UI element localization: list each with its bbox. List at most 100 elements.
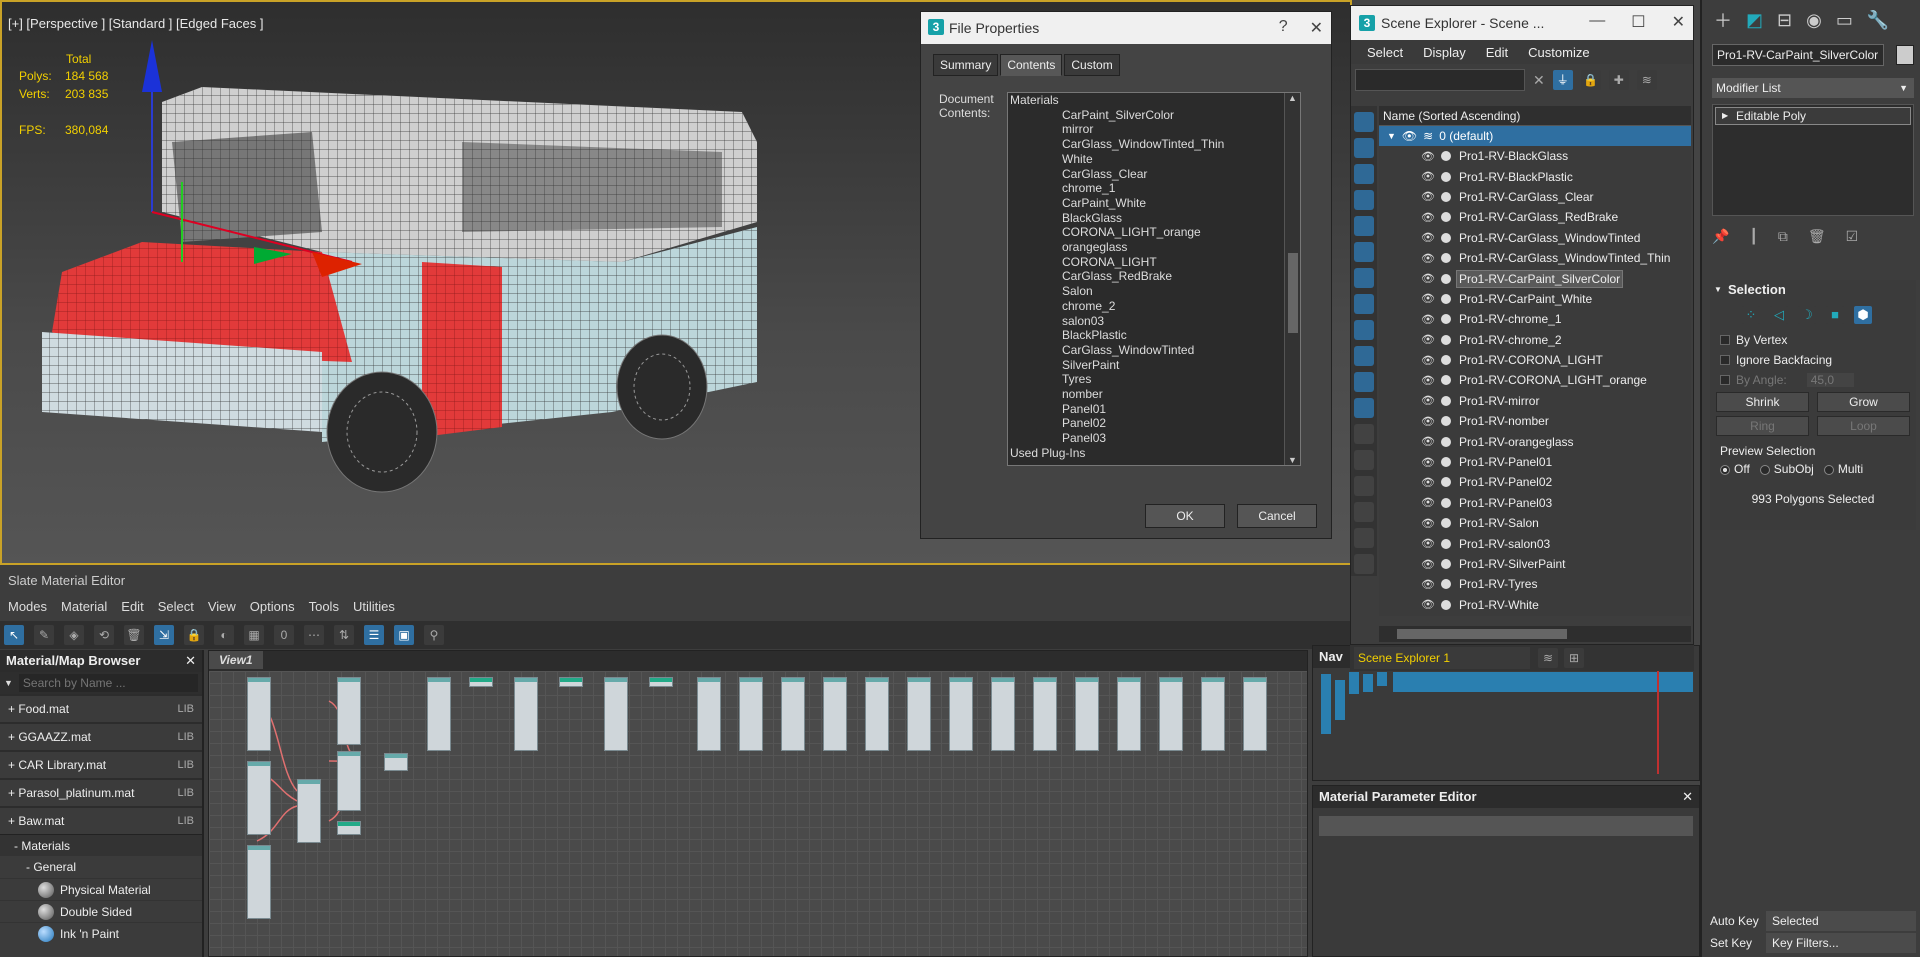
- eye-icon[interactable]: 👁: [1421, 476, 1435, 489]
- layer-row-default[interactable]: ▼ 👁 ≋ 0 (default): [1379, 126, 1691, 146]
- ring-button[interactable]: Ring: [1716, 416, 1809, 436]
- freeze-toggle-icon[interactable]: [1441, 538, 1451, 549]
- scroll-thumb[interactable]: [1397, 629, 1567, 639]
- horizontal-scrollbar[interactable]: [1379, 626, 1691, 642]
- minimize-icon[interactable]: —: [1589, 12, 1605, 32]
- material-node[interactable]: [604, 677, 628, 751]
- display-geometry-icon[interactable]: [1354, 112, 1374, 132]
- filter-icon[interactable]: ⏚: [1552, 70, 1573, 90]
- material-node[interactable]: [949, 677, 973, 751]
- material-node[interactable]: [337, 751, 361, 811]
- tab-custom[interactable]: Custom: [1064, 54, 1120, 76]
- clear-search-icon[interactable]: ✕: [1533, 72, 1545, 89]
- freeze-toggle-icon[interactable]: [1441, 151, 1451, 162]
- eye-icon[interactable]: 👁: [1421, 374, 1435, 387]
- eye-icon[interactable]: 👁: [1421, 415, 1435, 428]
- layout-children-icon[interactable]: ⇅: [334, 625, 354, 645]
- add-layer-icon[interactable]: ✚: [1608, 70, 1629, 90]
- eye-icon[interactable]: 👁: [1421, 313, 1435, 326]
- lock-icon[interactable]: 🔒: [184, 625, 204, 645]
- chevron-down-icon[interactable]: ▼: [1387, 131, 1396, 141]
- scene-search-input[interactable]: [1355, 69, 1525, 91]
- contents-section-header[interactable]: Used Plug-Ins: [1008, 446, 1300, 461]
- eye-icon[interactable]: 👁: [1421, 150, 1435, 163]
- object-color-swatch[interactable]: [1896, 45, 1914, 65]
- object-row[interactable]: 👁 Pro1-RV-CORONA_LIGHT: [1379, 350, 1691, 370]
- scroll-thumb[interactable]: [1288, 253, 1298, 333]
- contents-material-item[interactable]: CarGlass_RedBrake: [1008, 269, 1300, 284]
- freeze-toggle-icon[interactable]: [1441, 477, 1451, 488]
- eye-icon[interactable]: 👁: [1421, 231, 1435, 244]
- filter-options-icon[interactable]: [1354, 502, 1374, 522]
- material-browser-toggle-icon[interactable]: ☰: [364, 625, 384, 645]
- freeze-toggle-icon[interactable]: [1441, 334, 1451, 345]
- display-lights-icon[interactable]: [1354, 164, 1374, 184]
- category-general[interactable]: - General: [0, 856, 202, 878]
- object-row[interactable]: 👁 Pro1-RV-mirror: [1379, 391, 1691, 411]
- menu-edit[interactable]: Edit: [121, 599, 143, 614]
- material-node[interactable]: [514, 677, 538, 751]
- menu-select[interactable]: Select: [158, 599, 194, 614]
- motion-tab-icon[interactable]: ◉: [1806, 10, 1822, 31]
- contents-material-item[interactable]: White: [1008, 152, 1300, 167]
- eye-icon[interactable]: 👁: [1421, 170, 1435, 183]
- ignore-backfacing-checkbox[interactable]: Ignore Backfacing: [1710, 350, 1916, 370]
- menu-options[interactable]: Options: [250, 599, 295, 614]
- display-frozen-icon[interactable]: [1354, 372, 1374, 392]
- contents-material-item[interactable]: nomber: [1008, 387, 1300, 402]
- remove-modifier-icon[interactable]: 🗑: [1808, 228, 1826, 245]
- radio-subobj[interactable]: SubObj: [1759, 462, 1814, 476]
- chevron-down-icon[interactable]: ▼: [4, 678, 13, 688]
- eye-icon[interactable]: 👁: [1421, 496, 1435, 509]
- material-node[interactable]: [247, 677, 271, 751]
- eye-icon[interactable]: 👁: [1421, 578, 1435, 591]
- category-materials[interactable]: - Materials: [0, 834, 202, 856]
- eye-icon[interactable]: 👁: [1421, 456, 1435, 469]
- freeze-toggle-icon[interactable]: [1441, 273, 1451, 284]
- display-cameras-icon[interactable]: [1354, 190, 1374, 210]
- library-row-car[interactable]: + CAR Library.mat LIB: [0, 750, 202, 778]
- make-unique-icon[interactable]: ⧉: [1778, 228, 1788, 245]
- freeze-toggle-icon[interactable]: [1441, 293, 1451, 304]
- vertex-icon[interactable]: ⁘: [1742, 306, 1760, 324]
- close-icon[interactable]: ✕: [1310, 18, 1323, 38]
- grow-button[interactable]: Grow: [1817, 392, 1910, 412]
- library-row-baw[interactable]: + Baw.mat LIB: [0, 806, 202, 834]
- material-node[interactable]: [384, 753, 408, 771]
- freeze-toggle-icon[interactable]: [1441, 559, 1451, 569]
- radio-off[interactable]: Off: [1720, 462, 1750, 476]
- object-row[interactable]: 👁 Pro1-RV-nomber: [1379, 411, 1691, 431]
- assign-material-icon[interactable]: ◈: [64, 625, 84, 645]
- funnel-icon[interactable]: [1354, 528, 1374, 548]
- close-icon[interactable]: ✕: [185, 650, 196, 672]
- material-id-icon[interactable]: 0: [274, 625, 294, 645]
- material-node[interactable]: [991, 677, 1015, 751]
- contents-material-item[interactable]: CarPaint_White: [1008, 196, 1300, 211]
- tab-summary[interactable]: Summary: [933, 54, 999, 76]
- contents-material-item[interactable]: Panel01: [1008, 402, 1300, 417]
- object-row[interactable]: 👁 Pro1-RV-salon03: [1379, 533, 1691, 553]
- library-row-parasol[interactable]: + Parasol_platinum.mat LIB: [0, 778, 202, 806]
- contents-material-item[interactable]: BlackPlastic: [1008, 328, 1300, 343]
- lock-icon[interactable]: 🔒: [1580, 70, 1601, 90]
- material-node[interactable]: [781, 677, 805, 751]
- contents-material-item[interactable]: Panel03: [1008, 431, 1300, 446]
- material-node[interactable]: [469, 677, 493, 687]
- material-node[interactable]: [1117, 677, 1141, 751]
- freeze-toggle-icon[interactable]: [1441, 191, 1451, 202]
- material-node[interactable]: [337, 821, 361, 835]
- object-row[interactable]: 👁 Pro1-RV-chrome_2: [1379, 330, 1691, 350]
- eye-icon[interactable]: 👁: [1421, 435, 1435, 448]
- display-xrefs-icon[interactable]: [1354, 294, 1374, 314]
- eye-icon[interactable]: 👁: [1421, 272, 1435, 285]
- freeze-toggle-icon[interactable]: [1441, 395, 1451, 406]
- material-node[interactable]: [559, 677, 583, 687]
- reset-material-icon[interactable]: ⟲: [94, 625, 114, 645]
- modifier-stack[interactable]: Editable Poly: [1712, 104, 1914, 216]
- material-ink-n-paint[interactable]: Ink 'n Paint: [0, 922, 202, 944]
- node-view[interactable]: View1: [208, 650, 1308, 957]
- object-row[interactable]: 👁 Pro1-RV-Panel03: [1379, 493, 1691, 513]
- contents-material-item[interactable]: orangeglass: [1008, 240, 1300, 255]
- pin-stack-icon[interactable]: 📌: [1712, 228, 1729, 245]
- freeze-toggle-icon[interactable]: [1441, 314, 1451, 325]
